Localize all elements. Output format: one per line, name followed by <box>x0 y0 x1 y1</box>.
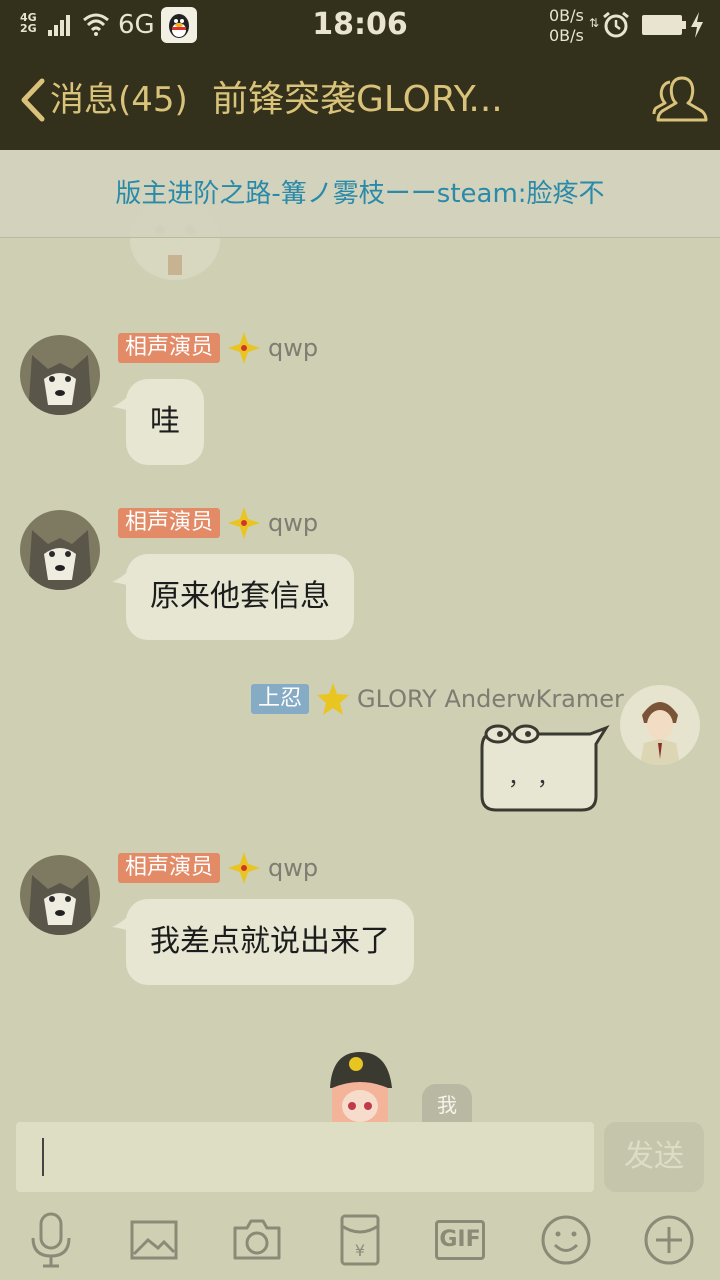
back-button[interactable]: 消息(45) <box>18 74 188 126</box>
member-title-badge: 上忍 <box>251 684 310 714</box>
message-text: 我 <box>437 1093 457 1117</box>
message-meta: 相声演员 qwp <box>118 331 318 365</box>
sender-name[interactable]: qwp <box>268 853 318 883</box>
message-text: 哇 <box>150 404 180 439</box>
microphone-icon[interactable] <box>23 1212 79 1268</box>
input-toolbar: ¥ GIF <box>0 1202 720 1280</box>
message-meta: 相声演员 qwp <box>118 506 318 540</box>
chevron-left-icon <box>21 78 45 122</box>
level-star-icon <box>228 852 261 884</box>
plus-icon[interactable] <box>641 1212 697 1268</box>
sender-name[interactable]: qwp <box>268 333 318 363</box>
send-button[interactable]: 发送 <box>604 1122 704 1192</box>
avatar[interactable] <box>20 855 100 935</box>
chat-header: 消息(45) 前锋突袭GLORY... <box>0 50 720 150</box>
text-caret <box>42 1138 44 1176</box>
avatar[interactable] <box>20 335 100 415</box>
sender-name[interactable]: qwp <box>268 508 318 538</box>
alarm-icon <box>603 11 629 38</box>
svg-text:¥: ¥ <box>355 1241 365 1260</box>
member-title-badge: 相声演员 <box>118 508 221 538</box>
sticker-text: ， ， <box>508 766 559 791</box>
anime-sticker-image[interactable] <box>322 1048 398 1122</box>
message-text: 我差点就说出来了 <box>150 924 390 959</box>
chat-title[interactable]: 前锋突袭GLORY... <box>212 78 503 122</box>
battery-icon <box>642 15 686 35</box>
message-bubble[interactable]: 原来他套信息 <box>112 554 354 640</box>
status-bar: 4G 2G 6G 18:06 0B/s 0B/s ⇅ <box>0 0 720 50</box>
avatar[interactable] <box>620 685 700 765</box>
red-packet-icon[interactable]: ¥ <box>332 1212 388 1268</box>
charging-icon <box>691 12 703 38</box>
message-input[interactable] <box>16 1122 594 1192</box>
group-announcement-banner[interactable]: 版主进阶之路-篝ノ雾枝ーーsteam:脸疼不 <box>0 150 720 238</box>
message-meta: 相声演员 qwp <box>118 851 318 885</box>
data-transfer-icon: ⇅ <box>589 16 600 30</box>
level-star-icon <box>228 332 261 364</box>
level-star-icon <box>317 683 350 715</box>
bubble-tail <box>112 909 136 933</box>
message-bubble[interactable]: 哇 <box>112 379 204 465</box>
announcement-text: 版主进阶之路-篝ノ雾枝ーーsteam:脸疼不 <box>115 179 605 209</box>
back-label: 消息(45) <box>50 80 188 120</box>
message-bubble[interactable]: 我 <box>422 1084 472 1122</box>
sticker-message[interactable]: ， ， <box>478 722 610 814</box>
message-text: 原来他套信息 <box>150 579 330 614</box>
sender-name[interactable]: GLORY AnderwKramer <box>357 684 624 714</box>
member-title-badge: 相声演员 <box>118 333 221 363</box>
bubble-tail <box>112 564 136 588</box>
camera-icon[interactable] <box>229 1212 285 1268</box>
bubble-tail <box>112 389 136 413</box>
network-speed: 0B/s 0B/s <box>549 6 584 45</box>
emoji-icon[interactable] <box>538 1212 594 1268</box>
image-icon[interactable] <box>126 1212 182 1268</box>
level-star-icon <box>228 507 261 539</box>
avatar[interactable] <box>20 510 100 590</box>
message-bubble[interactable]: 我差点就说出来了 <box>112 899 414 985</box>
gif-icon[interactable]: GIF <box>435 1220 485 1260</box>
member-title-badge: 相声演员 <box>118 853 221 883</box>
message-meta: 上忍 GLORY AnderwKramer <box>251 682 624 716</box>
group-members-icon[interactable] <box>652 70 708 126</box>
input-bar: 发送 <box>0 1122 720 1202</box>
gif-label: GIF <box>439 1227 481 1252</box>
